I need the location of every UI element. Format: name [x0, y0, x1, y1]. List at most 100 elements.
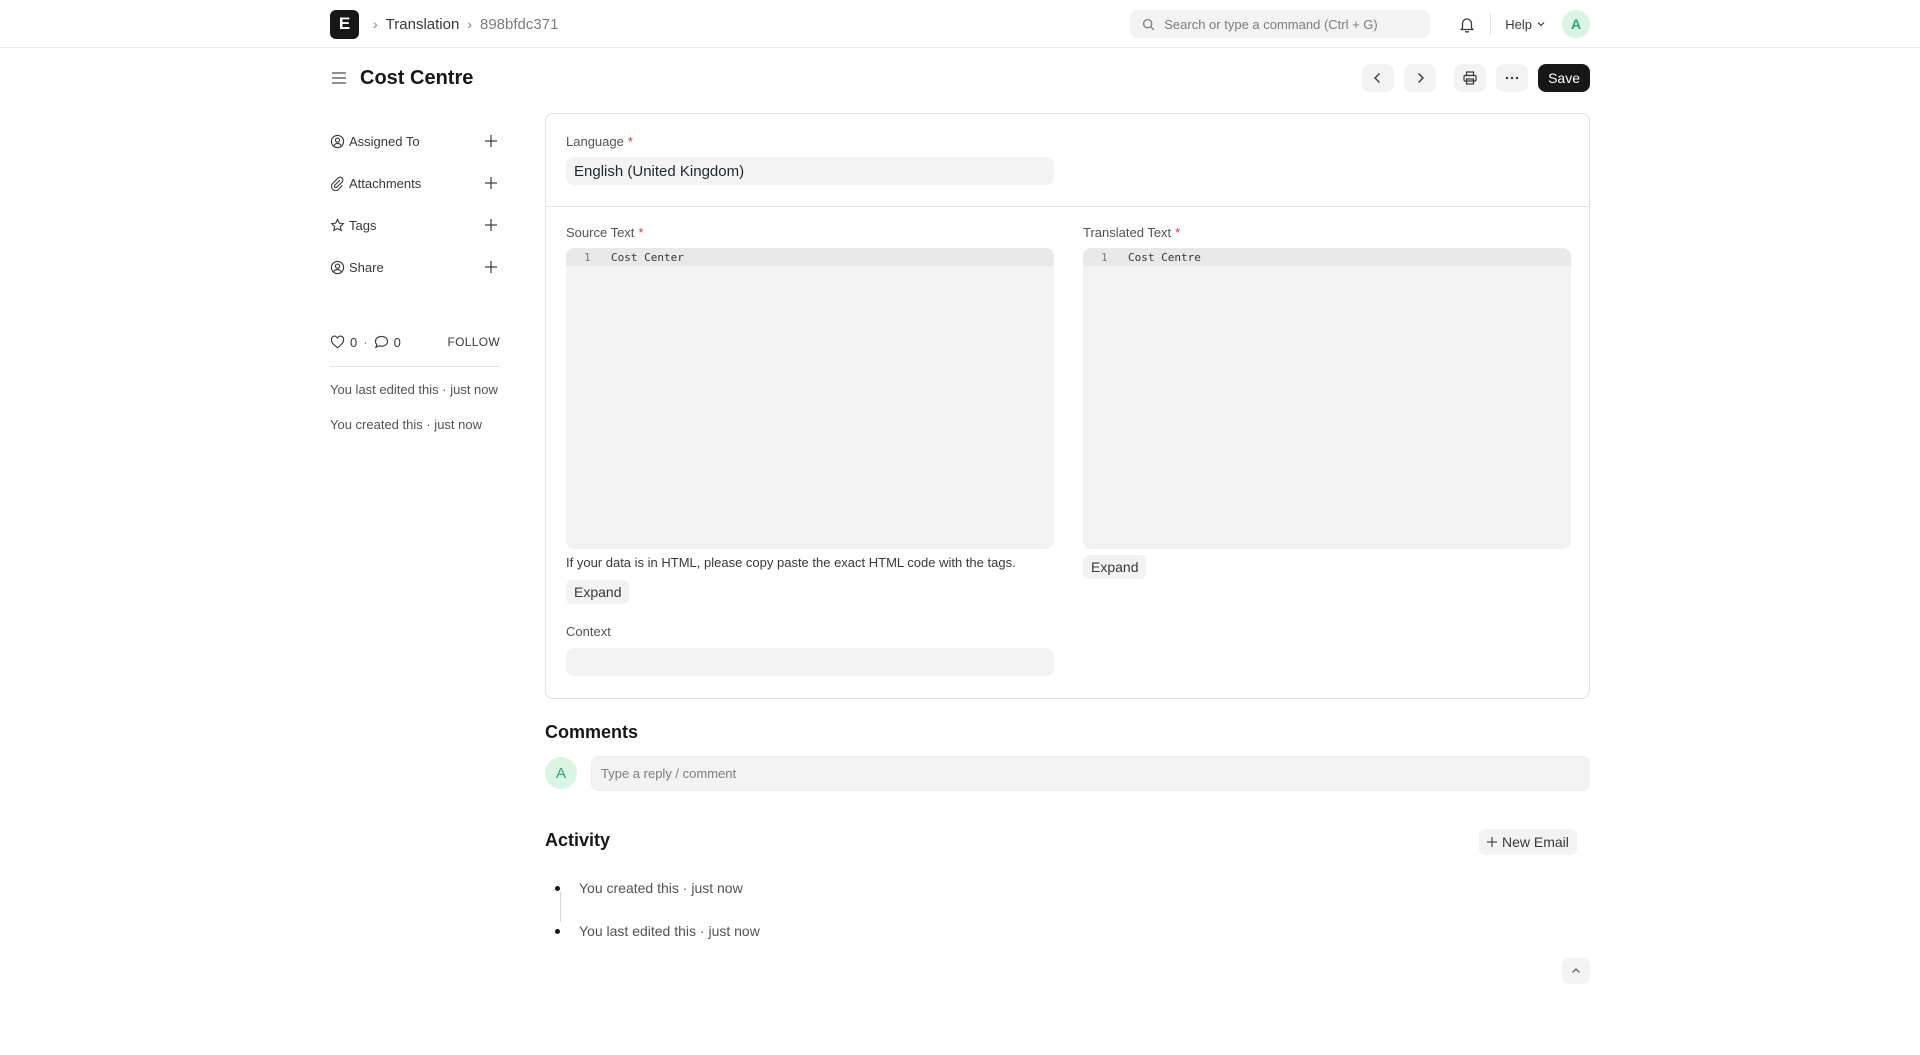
chevron-left-icon — [1374, 73, 1381, 83]
expand-translated-button[interactable]: Expand — [1083, 555, 1147, 579]
required-marker: * — [627, 134, 633, 149]
new-email-label: New Email — [1502, 834, 1569, 850]
separator-dot: · — [363, 334, 368, 350]
follow-button[interactable]: FOLLOW — [448, 335, 500, 349]
sidebar-item-label: Attachments — [349, 175, 422, 191]
plus-icon[interactable] — [484, 260, 498, 274]
language-label: Language * — [566, 134, 633, 149]
user-avatar[interactable]: A — [1562, 10, 1590, 38]
paperclip-icon — [330, 176, 344, 191]
print-button[interactable] — [1454, 64, 1487, 92]
sidebar-item-label-wrap: Tags — [330, 218, 376, 233]
activity-text: You last edited this · just now — [579, 923, 760, 939]
breadcrumb-chevron-icon: › — [373, 16, 378, 32]
hamburger-menu-icon[interactable] — [330, 69, 348, 87]
app-logo[interactable]: E — [330, 9, 359, 39]
sidebar-item-assigned-to[interactable]: Assigned To — [330, 120, 500, 162]
sidebar-item-tags[interactable]: Tags — [330, 204, 500, 246]
line-number: 1 — [584, 251, 591, 264]
search-icon — [1143, 18, 1155, 30]
line-number: 1 — [1101, 251, 1108, 264]
page-header: Cost Centre Save — [330, 60, 1590, 96]
sidebar-item-label: Share — [349, 259, 384, 275]
navbar-inner: E › Translation › 898bfdc371 Search or t… — [330, 0, 1590, 48]
doc-stats: 0 · 0 FOLLOW — [330, 332, 500, 352]
chevron-up-icon — [1572, 968, 1580, 973]
like-button[interactable]: 0 — [330, 335, 357, 350]
comment-input[interactable]: Type a reply / comment — [591, 756, 1590, 791]
sidebar-divider — [330, 366, 500, 367]
form-card: Language * English (United Kingdom) Sour… — [545, 113, 1590, 699]
notification-bell-icon[interactable] — [1458, 15, 1476, 33]
more-actions-button[interactable] — [1496, 64, 1529, 92]
context-field[interactable] — [566, 648, 1054, 676]
source-text-editor[interactable]: 1 Cost Center — [566, 248, 1054, 549]
translated-text-editor[interactable]: 1 Cost Centre — [1083, 248, 1571, 549]
source-text-content: Cost Center — [611, 251, 684, 264]
navbar-divider — [1490, 12, 1492, 36]
comments-heading: Comments — [545, 722, 639, 742]
breadcrumb-translation[interactable]: Translation — [386, 16, 460, 33]
plus-icon — [1487, 837, 1497, 847]
sidebar-item-label: Assigned To — [349, 133, 420, 149]
chevron-right-icon — [1418, 73, 1425, 83]
likes-count: 0 — [350, 334, 358, 350]
sidebar-item-label: Tags — [349, 217, 377, 233]
last-edited-note: You last edited this · just now — [330, 382, 498, 397]
navbar-right: Search or type a command (Ctrl + G) Help… — [1130, 10, 1590, 38]
sidebar-item-label-wrap: Attachments — [330, 176, 421, 191]
breadcrumb-current[interactable]: 898bfdc371 — [480, 16, 558, 33]
heart-icon — [330, 335, 345, 349]
timeline-dot — [555, 885, 560, 891]
comment-avatar: A — [545, 757, 577, 789]
star-icon — [330, 217, 345, 232]
ellipsis-icon — [1505, 76, 1519, 80]
search-placeholder: Search or type a command (Ctrl + G) — [1164, 16, 1378, 32]
activity-heading: Activity — [545, 830, 611, 850]
header-actions: Save — [1362, 64, 1590, 92]
language-label-text: Language — [566, 134, 624, 149]
sidebar-item-share[interactable]: Share — [330, 246, 500, 288]
comment-icon — [374, 335, 388, 349]
activity-item: You created this · just now — [555, 880, 743, 896]
comments-count: 0 — [393, 334, 401, 350]
translated-text-label: Translated Text * — [1083, 225, 1180, 240]
activity-text: You created this · just now — [579, 880, 743, 896]
timeline-line — [560, 892, 561, 922]
save-button[interactable]: Save — [1538, 64, 1590, 92]
page-title: Cost Centre — [360, 66, 474, 89]
translated-text-label-text: Translated Text — [1083, 225, 1172, 240]
new-email-button[interactable]: New Email — [1479, 829, 1577, 855]
sidebar-item-attachments[interactable]: Attachments — [330, 162, 500, 204]
plus-icon[interactable] — [484, 218, 498, 232]
sidebar-item-label-wrap: Share — [330, 260, 384, 275]
context-label: Context — [566, 624, 611, 639]
comments-count-button[interactable]: 0 — [374, 335, 401, 350]
created-note: You created this · just now — [330, 417, 482, 432]
chevron-down-icon — [1537, 22, 1545, 27]
help-dropdown[interactable]: Help — [1505, 17, 1546, 32]
navbar: E › Translation › 898bfdc371 Search or t… — [0, 0, 1920, 48]
language-field[interactable]: English (United Kingdom) — [566, 157, 1054, 185]
required-marker: * — [638, 225, 644, 240]
previous-doc-button[interactable] — [1362, 64, 1395, 92]
assign-icon — [330, 134, 345, 148]
form-sidebar: Assigned To Attachments Tags Share 0 · 0… — [330, 120, 500, 434]
expand-source-button[interactable]: Expand — [566, 580, 630, 604]
scroll-to-top-button[interactable] — [1562, 958, 1590, 984]
breadcrumb-chevron-icon: › — [467, 16, 472, 32]
required-marker: * — [1175, 225, 1181, 240]
share-icon — [330, 260, 345, 274]
search-input[interactable]: Search or type a command (Ctrl + G) — [1130, 10, 1431, 38]
next-doc-button[interactable] — [1404, 64, 1437, 92]
activity-item: You last edited this · just now — [555, 923, 760, 939]
source-text-label-text: Source Text — [566, 225, 635, 240]
help-label: Help — [1505, 16, 1532, 32]
timeline-dot — [555, 928, 560, 934]
source-text-description: If your data is in HTML, please copy pas… — [566, 555, 1016, 570]
sidebar-item-label-wrap: Assigned To — [330, 134, 420, 149]
plus-icon[interactable] — [484, 134, 498, 148]
translated-text-content: Cost Centre — [1128, 251, 1201, 264]
source-text-label: Source Text * — [566, 225, 643, 240]
plus-icon[interactable] — [484, 176, 498, 190]
